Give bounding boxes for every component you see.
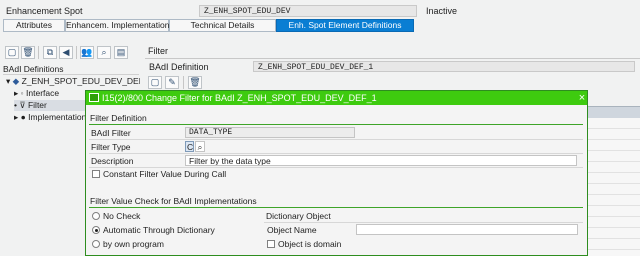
object-name-label: Object Name [267,225,317,235]
badi-filter-label: BAdI Filter [91,128,131,138]
move-icon[interactable]: ◀ [59,46,73,59]
tab-enh-spot-element-definitions[interactable]: Enh. Spot Element Definitions [276,19,414,32]
toolbar-separator [38,46,39,59]
edit-icon[interactable]: ✎ [165,76,179,89]
group-divider [89,124,583,125]
badi-definition-field: Z_ENH_SPOT_EDU_DEV_DEF_1 [253,61,635,72]
tab-bar: Attributes Enhancem. Implementations Tec… [0,19,640,32]
dictionary-object-title: Dictionary Object [266,211,331,221]
window-icon [89,93,99,102]
filter-type-label: Filter Type [91,142,131,152]
constant-filter-checkbox[interactable] [92,170,100,178]
group-divider [89,207,583,208]
expand-icon[interactable]: ▸ [14,88,18,98]
radio-own-program[interactable] [92,240,100,248]
delete-icon[interactable]: 🗑 [21,46,35,59]
row-divider [264,222,583,223]
radio-no-check[interactable] [92,212,100,220]
dialog-title-bar[interactable]: I15(2)/800 Change Filter for BAdI Z_ENH_… [86,91,587,105]
copy-icon[interactable]: ⧉ [43,46,57,59]
row-divider [89,139,583,140]
tree-item-label: Filter [27,100,47,110]
enhancement-spot-field: Z_ENH_SPOT_EDU_DEV [199,5,417,17]
tree-header-label: BAdI Definitions [3,64,64,74]
implementations-icon: ● [20,112,26,122]
tree-header: BAdI Definitions [3,64,139,75]
tab-technical-details[interactable]: Technical Details [169,19,276,32]
badi-definition-icon: ◆ [12,76,20,86]
close-icon[interactable]: × [577,91,587,105]
tree-item-filter[interactable]: • ⊽ Filter [14,100,86,111]
constant-filter-label: Constant Filter Value During Call [103,169,227,179]
tree-item-badi-definition[interactable]: ▾ ◆ Z_ENH_SPOT_EDU_DEV_DEF_1 [6,76,140,87]
object-name-field[interactable] [356,224,578,235]
dialog-title: I15(2)/800 Change Filter for BAdI Z_ENH_… [102,93,377,103]
value-help-icon[interactable]: ⌕ [195,141,205,152]
tree-item-label: Implementations [28,112,86,122]
own-program-label: by own program [103,239,164,249]
badi-definition-label: BAdI Definition [149,62,209,72]
toolbar-separator [76,46,77,59]
filter-type-field[interactable]: C [185,141,194,152]
description-field[interactable]: Filter by the data type [185,155,577,166]
tree-item-interface[interactable]: ▸ ◦ Interface [14,88,86,99]
panel-title: Filter [148,46,168,56]
tree-item-label: Z_ENH_SPOT_EDU_DEV_DEF_1 [21,76,140,86]
toolbar-separator [183,76,184,89]
change-filter-dialog: I15(2)/800 Change Filter for BAdI Z_ENH_… [85,90,588,256]
tab-attributes[interactable]: Attributes [3,19,65,32]
row-divider [89,153,583,154]
users-icon[interactable]: 👥 [80,46,94,59]
bullet-icon: • [14,100,17,110]
automatic-dictionary-label: Automatic Through Dictionary [103,225,215,235]
enhancement-spot-label: Enhancement Spot [6,6,83,16]
collapse-icon[interactable]: ▾ [6,76,10,86]
tree-item-implementations[interactable]: ▸ ● Implementations [14,112,86,123]
radio-automatic-dictionary[interactable] [92,226,100,234]
description-label: Description [91,156,134,166]
details-icon[interactable]: ▤ [114,46,128,59]
find-icon[interactable]: ⌕ [97,46,111,59]
status-text: Inactive [426,6,458,16]
value-check-title: Filter Value Check for BAdI Implementati… [90,196,257,206]
divider [145,58,640,59]
new-icon[interactable]: ▢ [5,46,19,59]
new-icon[interactable]: ▢ [148,76,162,89]
no-check-label: No Check [103,211,141,221]
tree-item-label: Interface [26,88,60,98]
delete-icon[interactable]: 🗑 [188,76,202,89]
table-body [585,118,640,256]
table-header [585,106,640,118]
expand-icon[interactable]: ▸ [14,112,18,122]
badi-filter-field: DATA_TYPE [185,127,355,138]
tab-enhancement-implementations[interactable]: Enhancem. Implementations [65,19,174,32]
interface-icon: ◦ [20,88,24,98]
row-divider [89,167,583,168]
filter-definition-title: Filter Definition [90,113,147,123]
filter-icon: ⊽ [19,100,26,110]
object-is-domain-checkbox[interactable] [267,240,275,248]
object-is-domain-label: Object is domain [278,239,342,249]
